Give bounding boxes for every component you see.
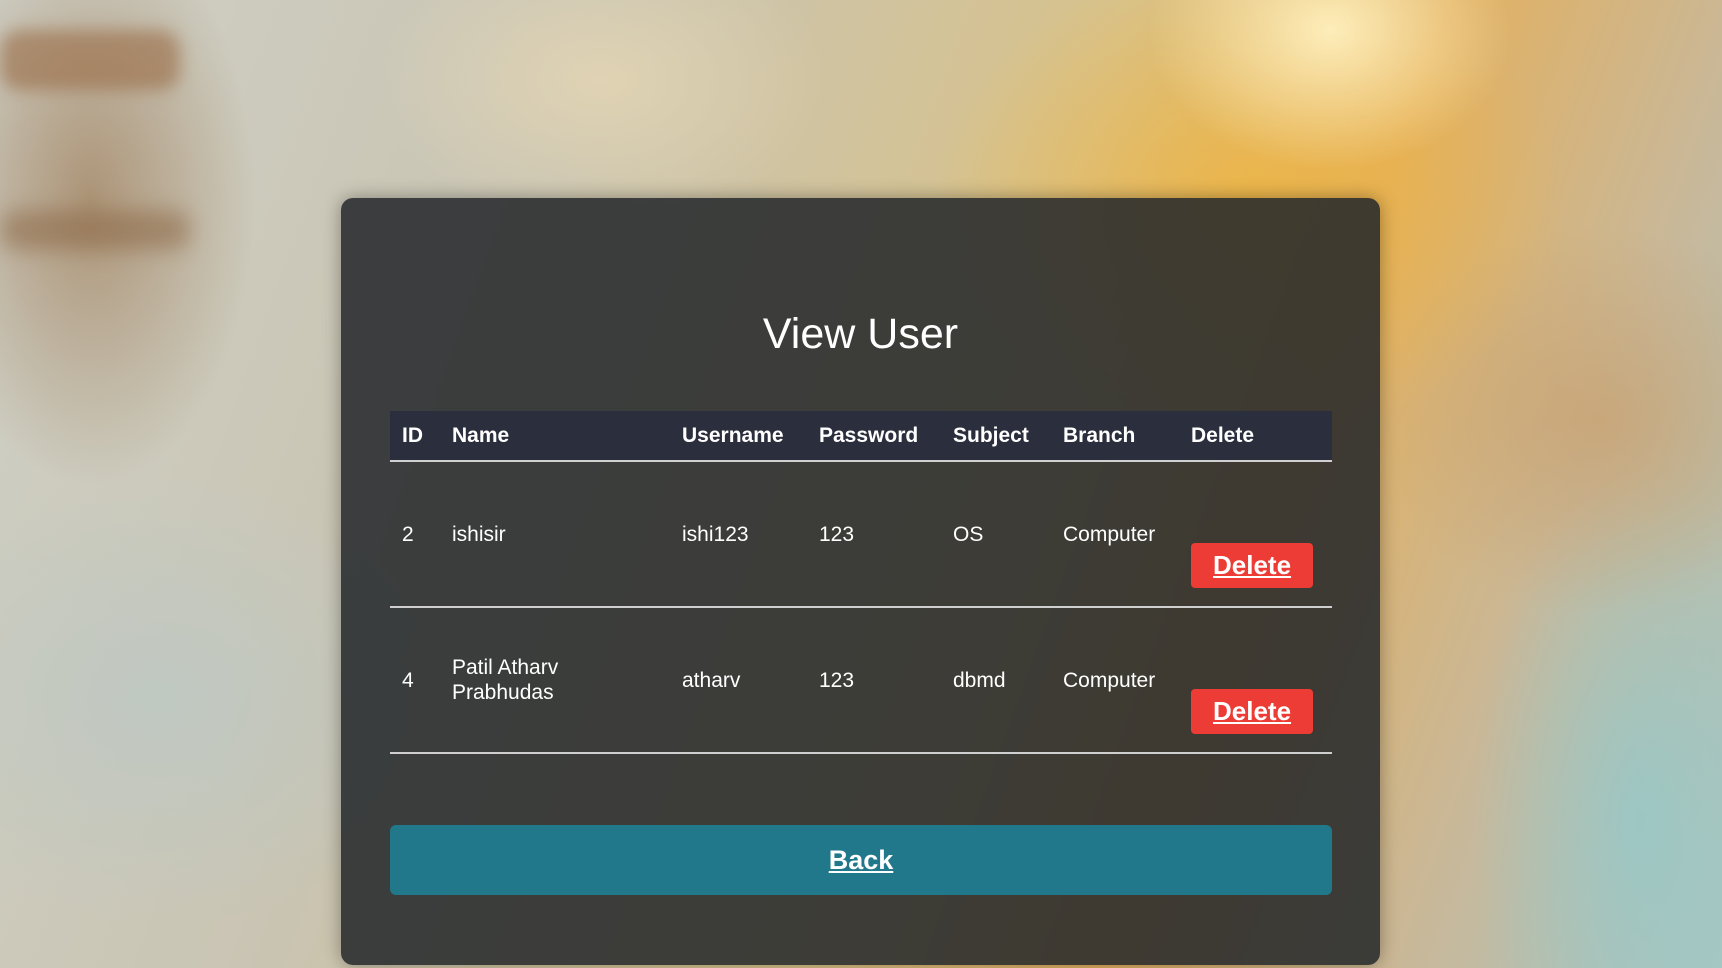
column-header-name: Name <box>440 411 670 462</box>
users-table: ID Name Username Password Subject Branch… <box>390 411 1332 754</box>
cell-id: 2 <box>390 461 440 608</box>
cell-name: Patil Atharv Prabhudas <box>440 607 670 754</box>
table-header: ID Name Username Password Subject Branch… <box>390 411 1332 462</box>
cell-username: atharv <box>670 607 807 754</box>
cell-name: ishisir <box>440 461 670 608</box>
page-title: View User <box>762 310 959 358</box>
cell-subject: OS <box>941 461 1051 608</box>
table-row: 2 ishisir ishi123 123 OS Computer Delete <box>390 461 1332 608</box>
cell-branch: Computer <box>1051 461 1179 608</box>
cell-subject: dbmd <box>941 607 1051 754</box>
table-body: 2 ishisir ishi123 123 OS Computer Delete… <box>390 461 1332 754</box>
column-header-subject: Subject <box>941 411 1051 462</box>
column-header-branch: Branch <box>1051 411 1179 462</box>
background-chair-shape <box>0 30 180 90</box>
back-button[interactable]: Back <box>390 825 1332 895</box>
column-header-password: Password <box>807 411 941 462</box>
column-header-username: Username <box>670 411 807 462</box>
cell-username: ishi123 <box>670 461 807 608</box>
column-header-delete: Delete <box>1179 411 1332 462</box>
table-row: 4 Patil Atharv Prabhudas atharv 123 dbmd… <box>390 607 1332 754</box>
cell-branch: Computer <box>1051 607 1179 754</box>
table-header-row: ID Name Username Password Subject Branch… <box>390 411 1332 462</box>
cell-delete: Delete <box>1179 461 1332 608</box>
view-user-panel: View User ID Name Username Password Subj… <box>341 198 1380 965</box>
cell-password: 123 <box>807 461 941 608</box>
delete-button[interactable]: Delete <box>1191 688 1314 734</box>
column-header-id: ID <box>390 411 440 462</box>
cell-id: 4 <box>390 607 440 754</box>
delete-button[interactable]: Delete <box>1191 542 1314 588</box>
cell-password: 123 <box>807 607 941 754</box>
background-chair-shape <box>0 210 190 250</box>
cell-delete: Delete <box>1179 607 1332 754</box>
